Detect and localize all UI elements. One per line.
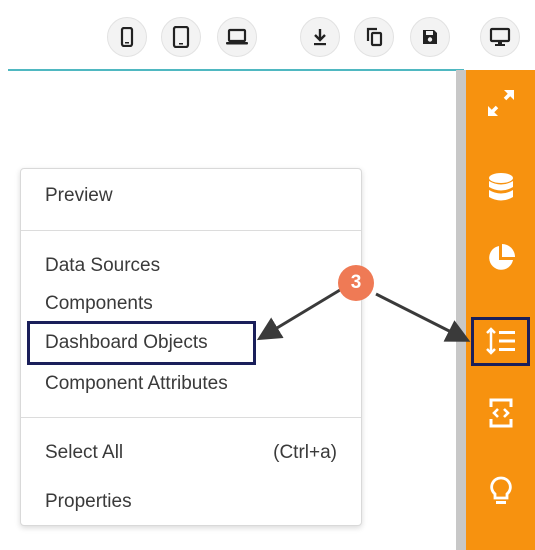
sidebar-item-data[interactable]	[466, 160, 535, 216]
step-badge: 3	[338, 265, 374, 301]
menu-separator	[21, 417, 361, 418]
menu-item-properties[interactable]: Properties	[45, 491, 132, 513]
code-icon	[489, 398, 512, 428]
laptop-view-button[interactable]	[217, 17, 257, 57]
download-button[interactable]	[300, 17, 340, 57]
menu-separator	[21, 230, 361, 231]
mobile-view-button[interactable]	[107, 17, 147, 57]
menu-item-components[interactable]: Components	[45, 293, 153, 315]
menu-highlight-box	[27, 321, 256, 365]
save-icon	[423, 30, 437, 44]
download-icon	[314, 29, 326, 46]
database-icon	[488, 173, 513, 201]
expand-arrows-icon	[487, 90, 514, 116]
tablet-view-button[interactable]	[161, 17, 201, 57]
save-button[interactable]	[410, 17, 450, 57]
sidebar-item-component-code[interactable]	[466, 385, 535, 441]
sidebar-scroll-gutter	[456, 70, 466, 550]
lightbulb-icon	[489, 476, 512, 504]
right-sidebar	[466, 70, 535, 550]
pie-chart-icon	[488, 244, 515, 270]
sidebar-item-expand[interactable]	[466, 75, 535, 131]
menu-item-select-all[interactable]: Select All	[45, 442, 123, 464]
menu-item-component-attributes[interactable]: Component Attributes	[45, 373, 228, 395]
copy-button[interactable]	[354, 17, 394, 57]
sidebar-item-tips[interactable]	[466, 463, 535, 519]
tablet-icon	[172, 26, 190, 48]
top-toolbar	[0, 0, 535, 70]
sidebar-item-charts[interactable]	[466, 230, 535, 286]
menu-item-data-sources[interactable]: Data Sources	[45, 255, 160, 277]
laptop-icon	[226, 28, 248, 45]
select-all-shortcut: (Ctrl+a)	[273, 442, 337, 463]
desktop-view-button[interactable]	[480, 17, 520, 57]
desktop-monitor-icon	[489, 27, 511, 46]
copy-icon	[366, 27, 383, 47]
mobile-phone-icon	[120, 27, 134, 47]
menu-item-preview[interactable]: Preview	[45, 185, 113, 207]
sidebar-highlight-box	[471, 317, 530, 366]
